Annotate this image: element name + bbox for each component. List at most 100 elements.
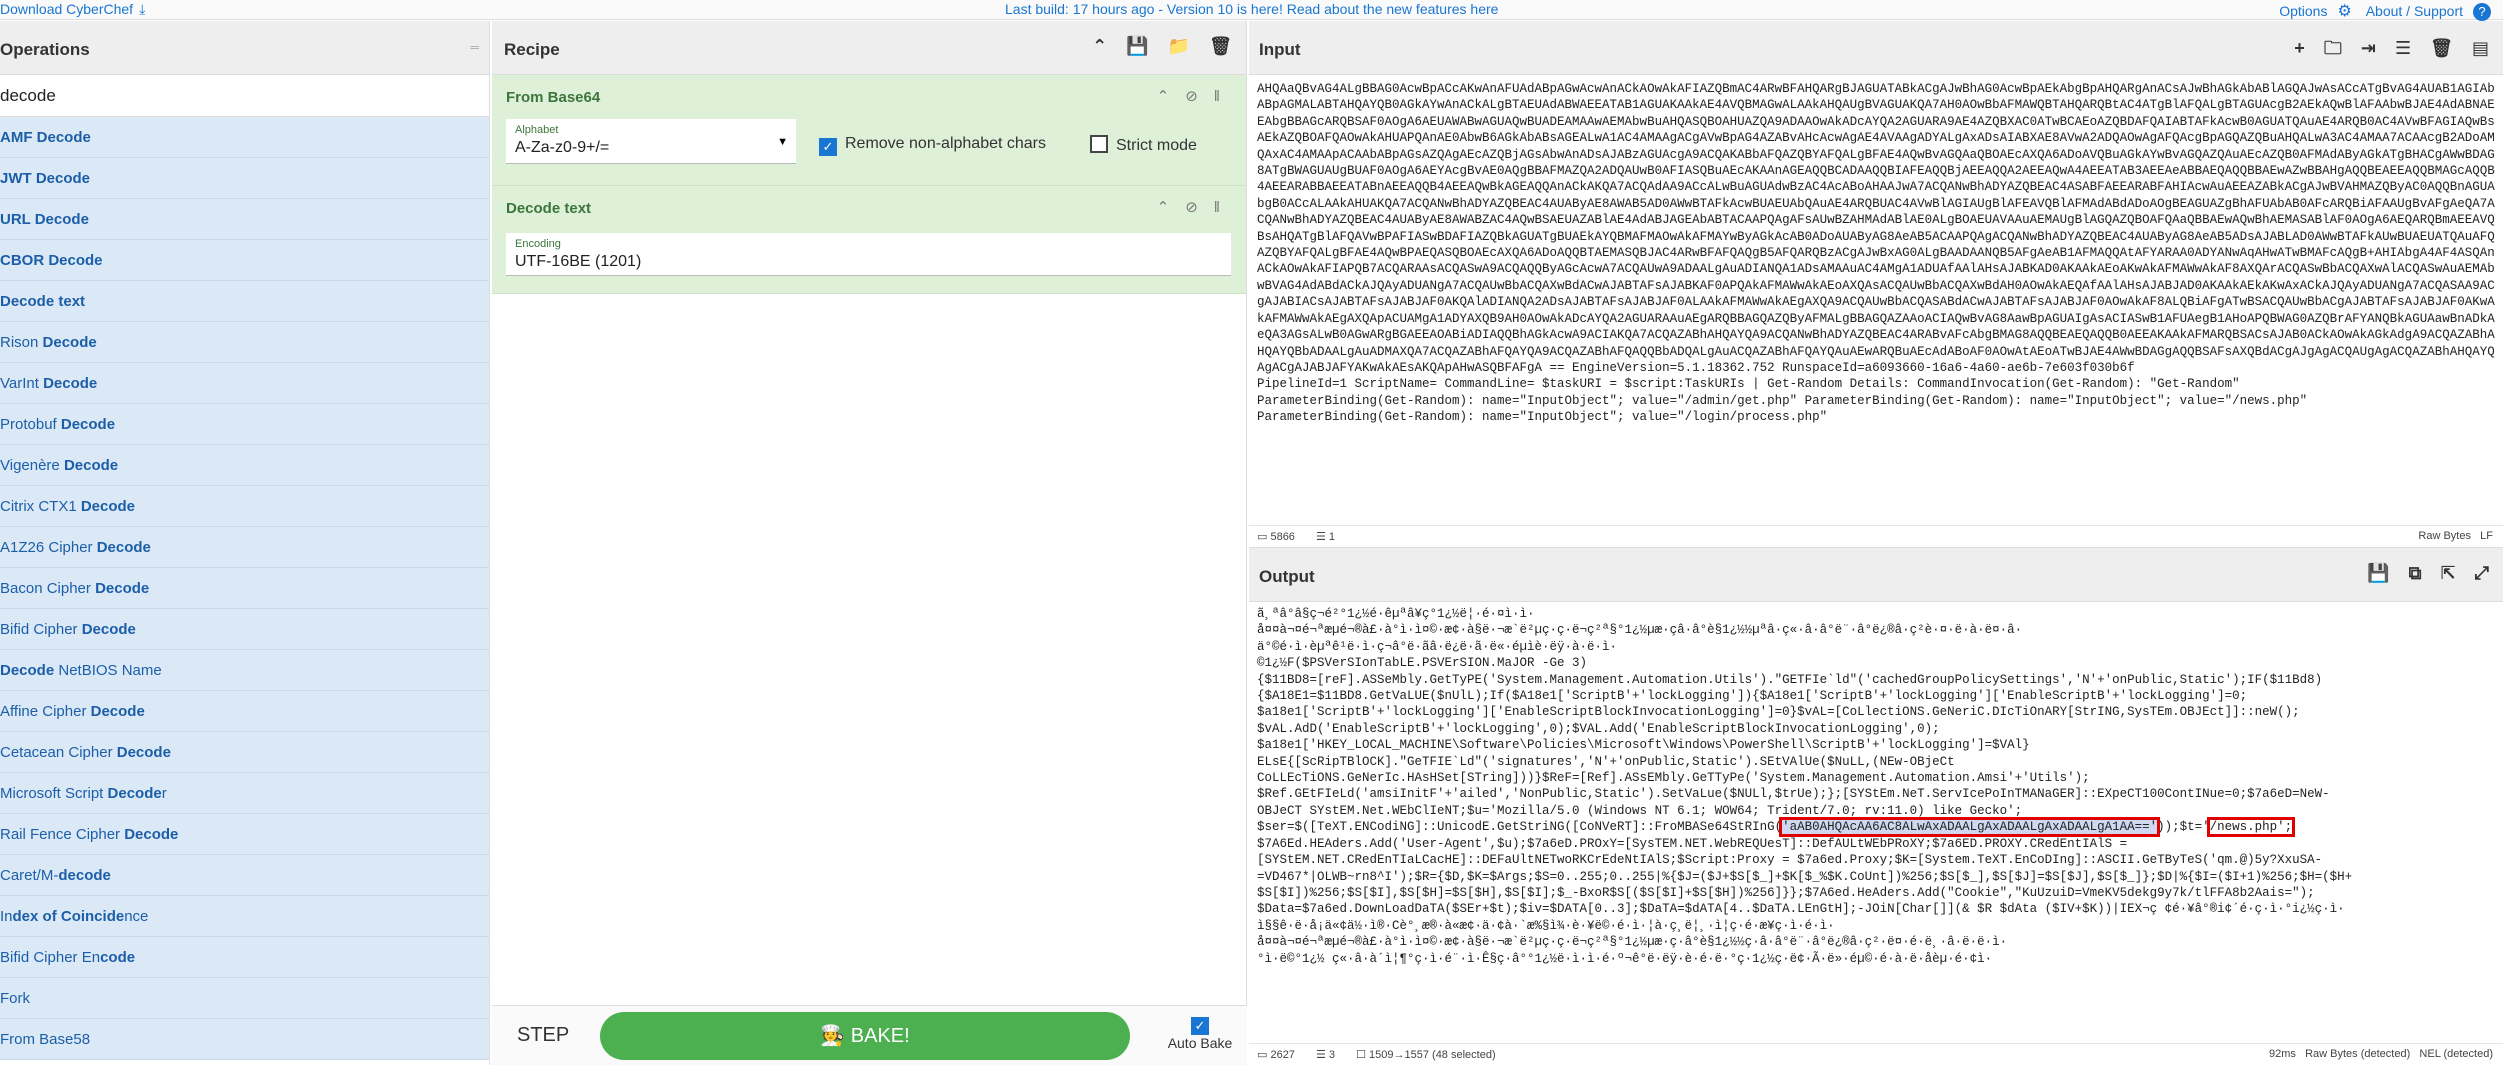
operation-label: Bifid Cipher En [0, 949, 101, 966]
recipe-op-decode-text[interactable]: Decode text ⌃ ⊘ ‖ Encoding UTF-16BE (1201) [492, 186, 1246, 294]
list-icon[interactable]: ☰ [2395, 38, 2411, 58]
folder-icon[interactable]: 🗀 [2324, 38, 2342, 58]
trash-icon[interactable]: 🗑 [1209, 36, 1232, 56]
recipe-op-from-base64[interactable]: From Base64 ⌃ ⊘ ‖ Alphabet A-Za-z0-9+/= ▼ … [492, 75, 1246, 186]
pause-icon[interactable]: ‖ [1214, 199, 1220, 216]
operation-item[interactable]: Caret/M-decode [0, 855, 489, 896]
op-title: From Base64 [506, 89, 601, 106]
encoding-value: UTF-16BE (1201) [515, 253, 642, 270]
operation-item[interactable]: Citrix CTX1 Decode [0, 486, 489, 527]
maximize-icon[interactable]: ⤢ [2475, 563, 2489, 583]
operation-item[interactable]: Decode NetBIOS Name [0, 650, 489, 691]
trash-icon[interactable]: 🗑 [2430, 38, 2453, 58]
input-title: Input [1259, 40, 1301, 59]
options-link[interactable]: Options [2279, 3, 2327, 19]
operation-label: Decode [95, 580, 150, 597]
input-status-bar: ▭ 5866 ☰ 1 Raw Bytes LF [1249, 525, 2503, 547]
drag-handle-icon[interactable]: ═ [470, 40, 479, 54]
operation-item[interactable]: Cetacean Cipher Decode [0, 732, 489, 773]
char-count: ▭ 5866 [1257, 531, 1295, 543]
operation-label: Decode [43, 375, 98, 392]
chevron-up-icon[interactable]: ⌃ [1157, 88, 1170, 105]
operations-search-input[interactable]: decode [0, 75, 489, 117]
operation-label: Affine Cipher [0, 703, 91, 720]
operation-item[interactable]: AMF Decode [0, 117, 489, 158]
remove-nonalphabet-checkbox[interactable]: ✓ Remove non-alphabet chars [819, 135, 1046, 156]
encoding-label: Encoding [515, 238, 561, 250]
operation-item[interactable]: URL Decode [0, 199, 489, 240]
build-notice-link[interactable]: Last build: 17 hours ago - Version 10 is… [1005, 1, 1498, 17]
replace-input-icon[interactable]: ⇱ [2440, 563, 2455, 583]
encoding-select[interactable]: Encoding UTF-16BE (1201) [506, 233, 1231, 276]
operation-label: r [161, 785, 167, 802]
operation-item[interactable]: Bifid Cipher Decode [0, 609, 489, 650]
help-icon[interactable]: ? [2473, 3, 2491, 21]
operation-label: Bacon Cipher [0, 580, 96, 597]
chevron-up-icon[interactable]: ⌃ [1092, 36, 1107, 56]
operation-item[interactable]: From Base58 [0, 1019, 489, 1060]
operation-label: In [0, 908, 13, 925]
auto-bake-checkbox[interactable]: ✓ Auto Bake [1160, 1014, 1240, 1051]
operation-item[interactable]: Microsoft Script Decoder [0, 773, 489, 814]
download-link[interactable]: Download CyberChef ⤓ [0, 1, 145, 18]
output-textarea[interactable]: ã¸ªâ°â§ç¬é²°1¿½é·êµªâ¥ç°1¿½ë¦·é·¤ì·ì· å¤… [1257, 606, 2497, 1039]
about-link[interactable]: About / Support [2366, 3, 2463, 19]
plus-icon[interactable]: + [2294, 38, 2305, 58]
save-icon[interactable]: 💾 [1126, 36, 1148, 56]
raw-bytes-label[interactable]: Raw Bytes [2418, 530, 2471, 542]
import-icon[interactable]: ⇥ [2361, 38, 2376, 58]
pause-icon[interactable]: ‖ [1214, 88, 1220, 105]
disable-icon[interactable]: ⊘ [1185, 88, 1198, 105]
raw-bytes-label[interactable]: Raw Bytes (detected) [2305, 1048, 2410, 1060]
alphabet-label: Alphabet [515, 124, 559, 136]
chevron-up-icon[interactable]: ⌃ [1157, 199, 1170, 216]
alphabet-select[interactable]: Alphabet A-Za-z0-9+/= ▼ [506, 119, 796, 164]
operation-item[interactable]: Affine Cipher Decode [0, 691, 489, 732]
operation-label: Caret/M- [0, 867, 59, 884]
eol-label[interactable]: LF [2480, 530, 2493, 542]
operation-item[interactable]: Rail Fence Cipher Decode [0, 814, 489, 855]
operation-label: Bifid Cipher [0, 621, 82, 638]
strict-label: Strict mode [1116, 137, 1197, 154]
eol-label[interactable]: NEL (detected) [2419, 1048, 2493, 1060]
folder-icon[interactable]: 📁 [1168, 36, 1190, 56]
layout-icon[interactable]: ▤ [2472, 38, 2489, 58]
operation-item[interactable]: Index of Coincidence [0, 896, 489, 937]
char-count: ▭ 2627 [1257, 1049, 1295, 1061]
operations-header: Operations ═ [0, 21, 489, 75]
operation-item[interactable]: CBOR Decode [0, 240, 489, 281]
disable-icon[interactable]: ⊘ [1185, 199, 1198, 216]
download-label: Download CyberChef [0, 1, 134, 17]
auto-bake-label: Auto Bake [1167, 1035, 1233, 1051]
strict-mode-checkbox[interactable]: Strict mode [1090, 135, 1197, 155]
operation-item[interactable]: Bifid Cipher Encode [0, 937, 489, 978]
operation-label: Protobuf [0, 416, 61, 433]
output-status-bar: ▭ 2627 ☰ 3 ☐ 1509→1557 (48 selected) 92m… [1249, 1043, 2503, 1065]
operation-item[interactable]: Bacon Cipher Decode [0, 568, 489, 609]
operation-item[interactable]: Vigenère Decode [0, 445, 489, 486]
operation-label: NetBIOS Name [54, 662, 162, 679]
bake-button[interactable]: 🧑‍🍳 BAKE! [600, 1012, 1130, 1060]
bake-time: 92ms [2269, 1048, 2296, 1060]
output-title: Output [1259, 567, 1315, 586]
operation-item[interactable]: JWT Decode [0, 158, 489, 199]
operations-pane: Operations ═ decode AMF Decode JWT Decode… [0, 21, 490, 1065]
operation-item[interactable]: Decode text [0, 281, 489, 322]
operation-label: Rail Fence Cipher [0, 826, 125, 843]
operation-label: Decode [107, 785, 162, 802]
operation-item[interactable]: Protobuf Decode [0, 404, 489, 445]
step-button[interactable]: STEP [517, 1024, 569, 1047]
operation-label: Decode [80, 498, 136, 515]
input-textarea[interactable]: AHQAaQBvAG4ALgBBAG0AcwBpACcAKwAnAFUAdABp… [1257, 81, 2497, 531]
save-icon[interactable]: 💾 [2367, 563, 2389, 583]
operation-label: Fork [0, 990, 30, 1007]
operation-label: Decode [116, 744, 171, 761]
operation-item[interactable]: Rison Decode [0, 322, 489, 363]
output-header: Output 💾 ⧉ ⇱ ⤢ [1249, 548, 2503, 602]
operation-item[interactable]: VarInt Decode [0, 363, 489, 404]
operation-item[interactable]: Fork [0, 978, 489, 1019]
operation-label: JWT Decode [0, 170, 91, 187]
gear-icon[interactable]: ⚙ [2337, 3, 2351, 20]
operation-item[interactable]: A1Z26 Cipher Decode [0, 527, 489, 568]
copy-icon[interactable]: ⧉ [2409, 563, 2422, 583]
